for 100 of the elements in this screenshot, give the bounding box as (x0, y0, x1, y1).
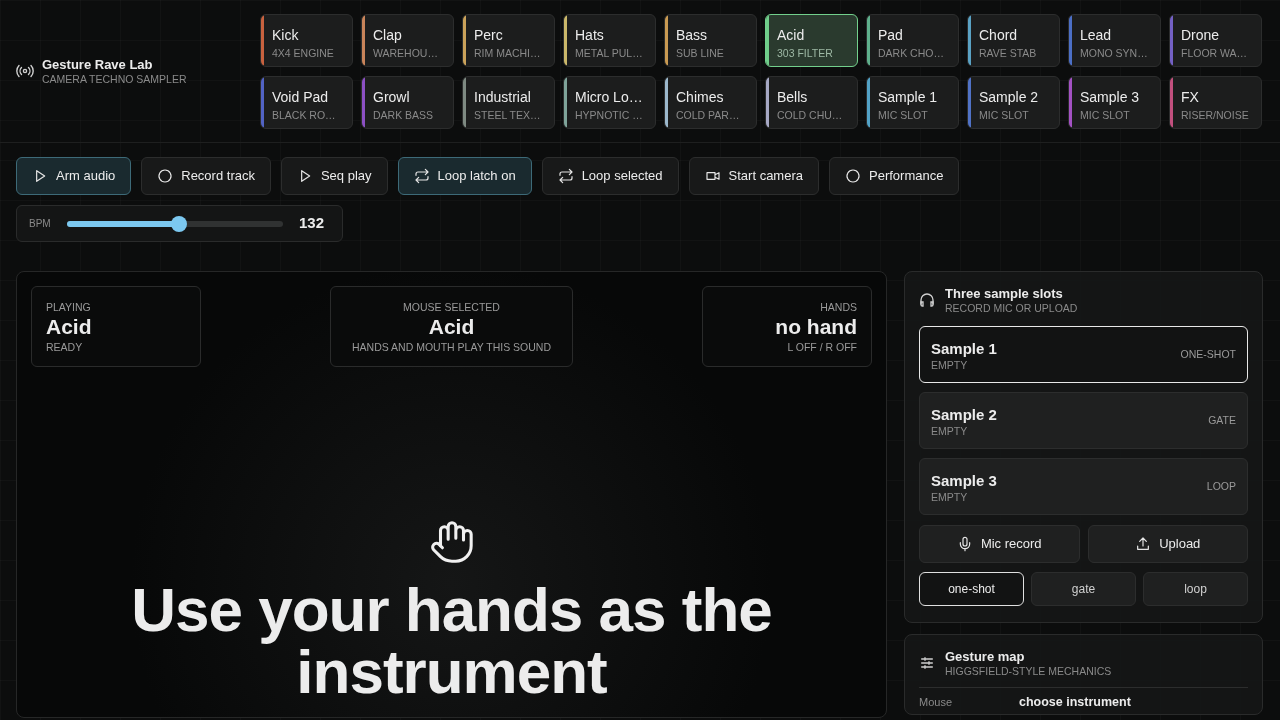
status-value: Acid (46, 313, 92, 340)
pad-name: Kick (272, 26, 300, 43)
pad-name: Void Pad (272, 88, 330, 105)
mode-toggle[interactable]: one-shot (919, 572, 1024, 606)
status-label: MOUSE SELECTED (403, 300, 500, 313)
pad-subtitle: WAREHOU… (373, 45, 439, 61)
pad-name: Clap (373, 26, 403, 43)
pad-name: Growl (373, 88, 411, 105)
mic-record-button[interactable]: Mic record (919, 525, 1080, 563)
instrument-pad[interactable]: Industrial STEEL TEX… (462, 75, 555, 129)
panel-subtitle: HIGGSFIELD-STYLE MECHANICS (945, 665, 1112, 677)
instrument-pad[interactable]: Chimes COLD PAR… (664, 75, 757, 129)
pad-name: Micro Lo… (575, 88, 644, 105)
sample-slot[interactable]: Sample 1 EMPTY ONE-SHOT (919, 326, 1248, 383)
pad-subtitle: DARK BASS (373, 107, 435, 123)
pad-subtitle: BLACK RO… (272, 107, 337, 123)
slot-name: Sample 2 (931, 404, 997, 425)
slot-state: EMPTY (931, 424, 969, 437)
pad-name: Sample 3 (1080, 88, 1141, 105)
instrument-pad[interactable]: Micro Lo… HYPNOTIC … (563, 75, 656, 129)
mode-toggle[interactable]: gate (1031, 572, 1136, 606)
slot-mode: ONE-SHOT (1180, 346, 1236, 362)
pad-subtitle: COLD CHU… (777, 107, 844, 123)
slot-mode: GATE (1208, 412, 1236, 428)
pad-subtitle: METAL PUL… (575, 45, 644, 61)
pad-subtitle: DARK CHO… (878, 45, 945, 61)
pad-subtitle: SUB LINE (676, 45, 725, 61)
pad-name: Chimes (676, 88, 725, 105)
instrument-pad[interactable]: Drone FLOOR WA… (1169, 13, 1262, 67)
slot-mode: LOOP (1206, 478, 1236, 494)
toolbar-button[interactable]: Seq play (280, 157, 388, 195)
toolbar-button[interactable]: Arm audio (16, 157, 132, 195)
instrument-pad[interactable]: Sample 1 MIC SLOT (866, 75, 959, 129)
pad-name: Hats (575, 26, 605, 43)
upload-button[interactable]: Upload (1087, 525, 1248, 563)
instrument-pad[interactable]: Perc RIM MACHI… (462, 13, 555, 67)
pad-name: Pad (878, 26, 904, 43)
panel-title: Three sample slots (945, 286, 1064, 302)
pad-subtitle: COLD PAR… (676, 107, 741, 123)
repeat-icon (557, 168, 574, 184)
instrument-pad[interactable]: Clap WAREHOU… (361, 13, 454, 67)
headline: Use your hands as the instrument (130, 579, 773, 703)
instrument-pad[interactable]: Lead MONO SYN… (1068, 13, 1161, 67)
instrument-pad[interactable]: Growl DARK BASS (361, 75, 454, 129)
instrument-pad[interactable]: Bass SUB LINE (664, 13, 757, 67)
pad-subtitle: STEEL TEX… (474, 107, 542, 123)
pad-subtitle: MIC SLOT (1080, 107, 1131, 123)
slider-thumb[interactable] (171, 215, 188, 232)
status-label: HANDS (820, 300, 857, 313)
pad-name: Chord (979, 26, 1019, 43)
toolbar-button[interactable]: Loop selected (541, 157, 679, 195)
pad-name: Bass (676, 26, 709, 43)
instrument-pad[interactable]: FX RISER/NOISE (1169, 75, 1262, 129)
instrument-pad[interactable]: Pad DARK CHO… (866, 13, 959, 67)
pad-subtitle: HYPNOTIC … (575, 107, 644, 123)
status-note: HANDS AND MOUTH PLAY THIS SOUND (352, 340, 551, 353)
upload-icon (1135, 536, 1152, 552)
pad-subtitle: MIC SLOT (878, 107, 929, 123)
pad-name: Perc (474, 26, 504, 43)
pad-name: Sample 1 (878, 88, 939, 105)
toolbar-button[interactable]: Loop latch on (397, 157, 532, 195)
instrument-pad[interactable]: Chord RAVE STAB (967, 13, 1060, 67)
pad-name: Industrial (474, 88, 532, 105)
status-note: READY (46, 340, 83, 353)
panel-title: Gesture map (945, 649, 1026, 665)
slot-name: Sample 1 (931, 338, 997, 359)
headphones-icon (919, 292, 935, 308)
instrument-pad[interactable]: Sample 2 MIC SLOT (967, 75, 1060, 129)
bpm-value: 132 (299, 213, 325, 234)
pad-subtitle: 303 FILTER (777, 45, 834, 61)
instrument-pad[interactable]: Sample 3 MIC SLOT (1068, 75, 1161, 129)
bpm-slider[interactable] (67, 215, 283, 232)
app-subtitle: CAMERA TECHNO SAMPLER (42, 73, 187, 85)
sample-slot[interactable]: Sample 3 EMPTY LOOP (919, 458, 1248, 515)
sample-slot[interactable]: Sample 2 EMPTY GATE (919, 392, 1248, 449)
pad-name: Acid (777, 26, 806, 43)
status-label: PLAYING (46, 300, 91, 313)
gesture-name: Mouse (919, 694, 954, 710)
mode-toggle[interactable]: loop (1143, 572, 1248, 606)
panel-subtitle: RECORD MIC OR UPLOAD (945, 302, 1078, 314)
pad-name: FX (1181, 88, 1200, 105)
slot-state: EMPTY (931, 358, 969, 371)
pad-subtitle: RISER/NOISE (1181, 107, 1250, 123)
toolbar-button[interactable]: Performance (829, 157, 960, 195)
bpm-label: BPM (29, 217, 52, 231)
gesture-description: choose instrument (1019, 693, 1131, 711)
broadcast-icon (16, 64, 34, 78)
instrument-pad[interactable]: Acid 303 FILTER (765, 13, 858, 67)
pad-name: Lead (1080, 26, 1113, 43)
hand-icon (428, 519, 475, 565)
pad-name: Sample 2 (979, 88, 1040, 105)
toolbar-button[interactable]: Start camera (688, 157, 819, 195)
instrument-pad[interactable]: Hats METAL PUL… (563, 13, 656, 67)
sliders-icon (919, 655, 935, 671)
instrument-pad[interactable]: Kick 4X4 ENGINE (260, 13, 353, 67)
instrument-pad[interactable]: Void Pad BLACK RO… (260, 75, 353, 129)
pad-subtitle: RIM MACHI… (474, 45, 542, 61)
instrument-pad[interactable]: Bells COLD CHU… (765, 75, 858, 129)
repeat-icon (413, 168, 430, 184)
toolbar-button[interactable]: Record track (141, 157, 271, 195)
